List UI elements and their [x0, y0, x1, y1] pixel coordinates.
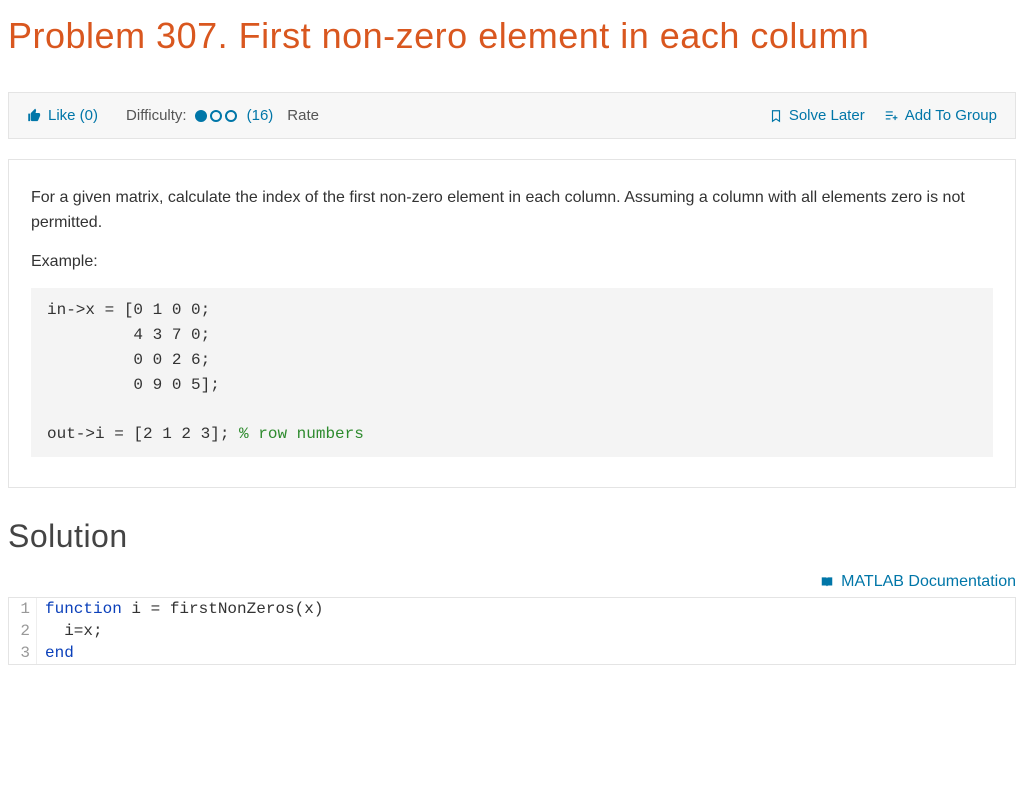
difficulty-count: (16) [245, 107, 274, 124]
editor-row: 2 i=x; [9, 620, 1015, 642]
solution-heading: Solution [0, 488, 1024, 565]
matlab-doc-label: MATLAB Documentation [841, 573, 1016, 591]
solve-later-label: Solve Later [789, 107, 865, 124]
editor-row: 1 function i = firstNonZeros(x) [9, 598, 1015, 620]
difficulty-label: Difficulty: [126, 107, 187, 124]
list-add-icon [883, 109, 899, 123]
like-label: Like (0) [48, 107, 98, 124]
example-label: Example: [31, 250, 993, 275]
bookmark-icon [769, 108, 783, 124]
add-to-group-button[interactable]: Add To Group [883, 107, 997, 124]
code-line[interactable]: i=x; [37, 620, 103, 642]
code-keyword: end [45, 644, 74, 662]
example-code-block: in->x = [0 1 0 0; 4 3 7 0; 0 0 2 6; 0 9 … [31, 288, 993, 457]
example-output-comment: % row numbers [239, 425, 364, 443]
add-to-group-label: Add To Group [905, 107, 997, 124]
thumbs-up-icon [27, 108, 42, 123]
code-line[interactable]: function i = firstNonZeros(x) [37, 598, 323, 620]
page-title: Problem 307. First non-zero element in e… [0, 0, 1024, 77]
code-text: i = firstNonZeros(x) [122, 600, 324, 618]
difficulty-indicator: Difficulty: (16) Rate [126, 107, 319, 124]
code-editor[interactable]: 1 function i = firstNonZeros(x) 2 i=x; 3… [8, 597, 1016, 665]
line-number: 2 [9, 620, 37, 642]
editor-row: 3 end [9, 642, 1015, 664]
code-keyword: function [45, 600, 122, 618]
difficulty-dot-1-icon [195, 110, 207, 122]
code-text: i=x; [45, 622, 103, 640]
description-text: For a given matrix, calculate the index … [31, 186, 993, 236]
book-icon [819, 575, 835, 589]
example-input: in->x = [0 1 0 0; 4 3 7 0; 0 0 2 6; 0 9 … [47, 301, 220, 393]
difficulty-dot-3-icon [225, 110, 237, 122]
line-number: 1 [9, 598, 37, 620]
rate-link[interactable]: Rate [287, 107, 319, 124]
problem-toolbar: Like (0) Difficulty: (16) Rate Solve Lat… [8, 92, 1016, 139]
example-output-prefix: out->i = [2 1 2 3]; [47, 425, 239, 443]
difficulty-dot-2-icon [210, 110, 222, 122]
matlab-doc-link[interactable]: MATLAB Documentation [819, 573, 1016, 591]
problem-description-panel: For a given matrix, calculate the index … [8, 159, 1016, 488]
line-number: 3 [9, 642, 37, 664]
solve-later-button[interactable]: Solve Later [769, 107, 865, 124]
code-line[interactable]: end [37, 642, 74, 664]
difficulty-dots [195, 110, 237, 122]
like-button[interactable]: Like (0) [27, 107, 98, 124]
